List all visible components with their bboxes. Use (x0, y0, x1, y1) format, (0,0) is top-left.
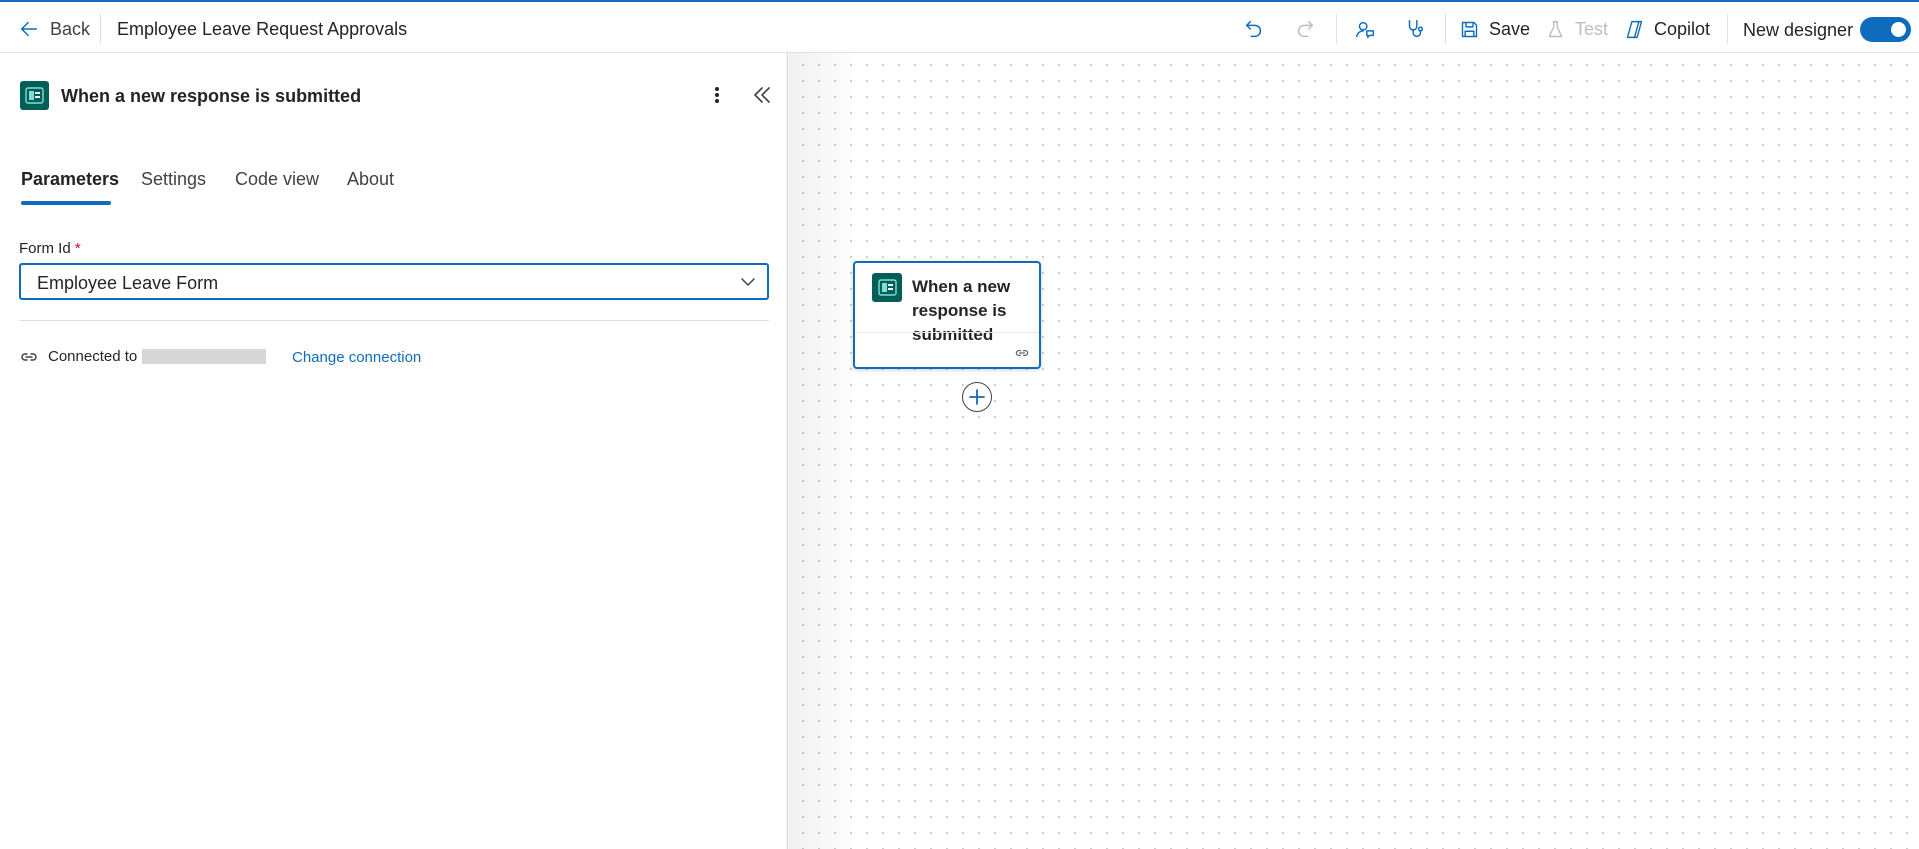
copilot-button[interactable]: Copilot (1624, 15, 1710, 43)
copilot-label: Copilot (1654, 18, 1711, 39)
node-divider (855, 332, 1039, 333)
add-step-button[interactable] (962, 382, 992, 412)
copilot-icon (1626, 20, 1643, 38)
designer-canvas[interactable]: When a new response is submitted (789, 53, 1919, 849)
undo-icon (1245, 20, 1262, 38)
tab-about[interactable]: About (347, 169, 394, 190)
toolbar-separator (1727, 14, 1728, 44)
assistant-icon (1356, 21, 1374, 38)
canvas-shadow (789, 53, 859, 849)
form-id-label: Form Id * (19, 240, 81, 257)
test-label: Test (1575, 18, 1609, 39)
save-label: Save (1489, 18, 1531, 39)
double-chevron-left-icon (754, 87, 770, 103)
panel-title: When a new response is submitted (61, 86, 362, 106)
link-icon (21, 353, 37, 361)
redo-button[interactable] (1291, 15, 1319, 43)
tab-code-view[interactable]: Code view (235, 169, 319, 190)
more-options-button[interactable] (705, 81, 729, 109)
form-id-label-text: Form Id (19, 240, 71, 257)
trigger-node-title: When a new response is submitted (912, 277, 1011, 344)
flow-title: Employee Leave Request Approvals (117, 19, 408, 39)
form-id-dropdown[interactable]: Employee Leave Form (19, 263, 769, 300)
trigger-node[interactable]: When a new response is submitted (853, 261, 1041, 369)
assistant-button[interactable] (1351, 15, 1379, 43)
back-label: Back (50, 18, 91, 39)
toolbar-separator (100, 14, 101, 44)
required-marker: * (74, 240, 81, 257)
test-button[interactable]: Test (1545, 15, 1608, 43)
forms-icon (872, 273, 902, 302)
save-button[interactable]: Save (1459, 15, 1530, 43)
forms-icon (20, 81, 49, 110)
flow-checker-button[interactable] (1401, 15, 1429, 43)
link-icon (1015, 349, 1029, 357)
chevron-down-icon (741, 278, 755, 286)
new-designer-toggle[interactable] (1860, 17, 1911, 42)
flow-checker-icon (1408, 20, 1424, 38)
redo-icon (1297, 20, 1314, 38)
active-tab-indicator (21, 201, 111, 205)
redacted-connection-name (142, 349, 266, 364)
tab-settings[interactable]: Settings (141, 169, 206, 190)
collapse-panel-button[interactable] (750, 83, 774, 107)
details-panel: When a new response is submitted Paramet… (0, 53, 788, 849)
connected-to-label: Connected to (48, 348, 138, 365)
back-button[interactable]: Back (18, 16, 90, 42)
toggle-knob (1891, 22, 1906, 37)
toolbar-separator (1336, 14, 1337, 44)
top-bar: Back Employee Leave Request Approvals Sa… (0, 0, 1919, 53)
save-icon (1461, 21, 1478, 37)
form-id-value: Employee Leave Form (37, 273, 219, 293)
plus-icon (969, 389, 985, 405)
new-designer-label: New designer (1743, 20, 1854, 40)
section-divider (19, 320, 769, 321)
change-connection-link[interactable]: Change connection (292, 349, 421, 366)
undo-button[interactable] (1240, 15, 1268, 43)
arrow-left-icon (20, 21, 38, 37)
tab-parameters[interactable]: Parameters (21, 169, 119, 190)
more-vertical-icon (715, 87, 719, 103)
flask-icon (1548, 20, 1563, 37)
toolbar-separator (1445, 14, 1446, 44)
